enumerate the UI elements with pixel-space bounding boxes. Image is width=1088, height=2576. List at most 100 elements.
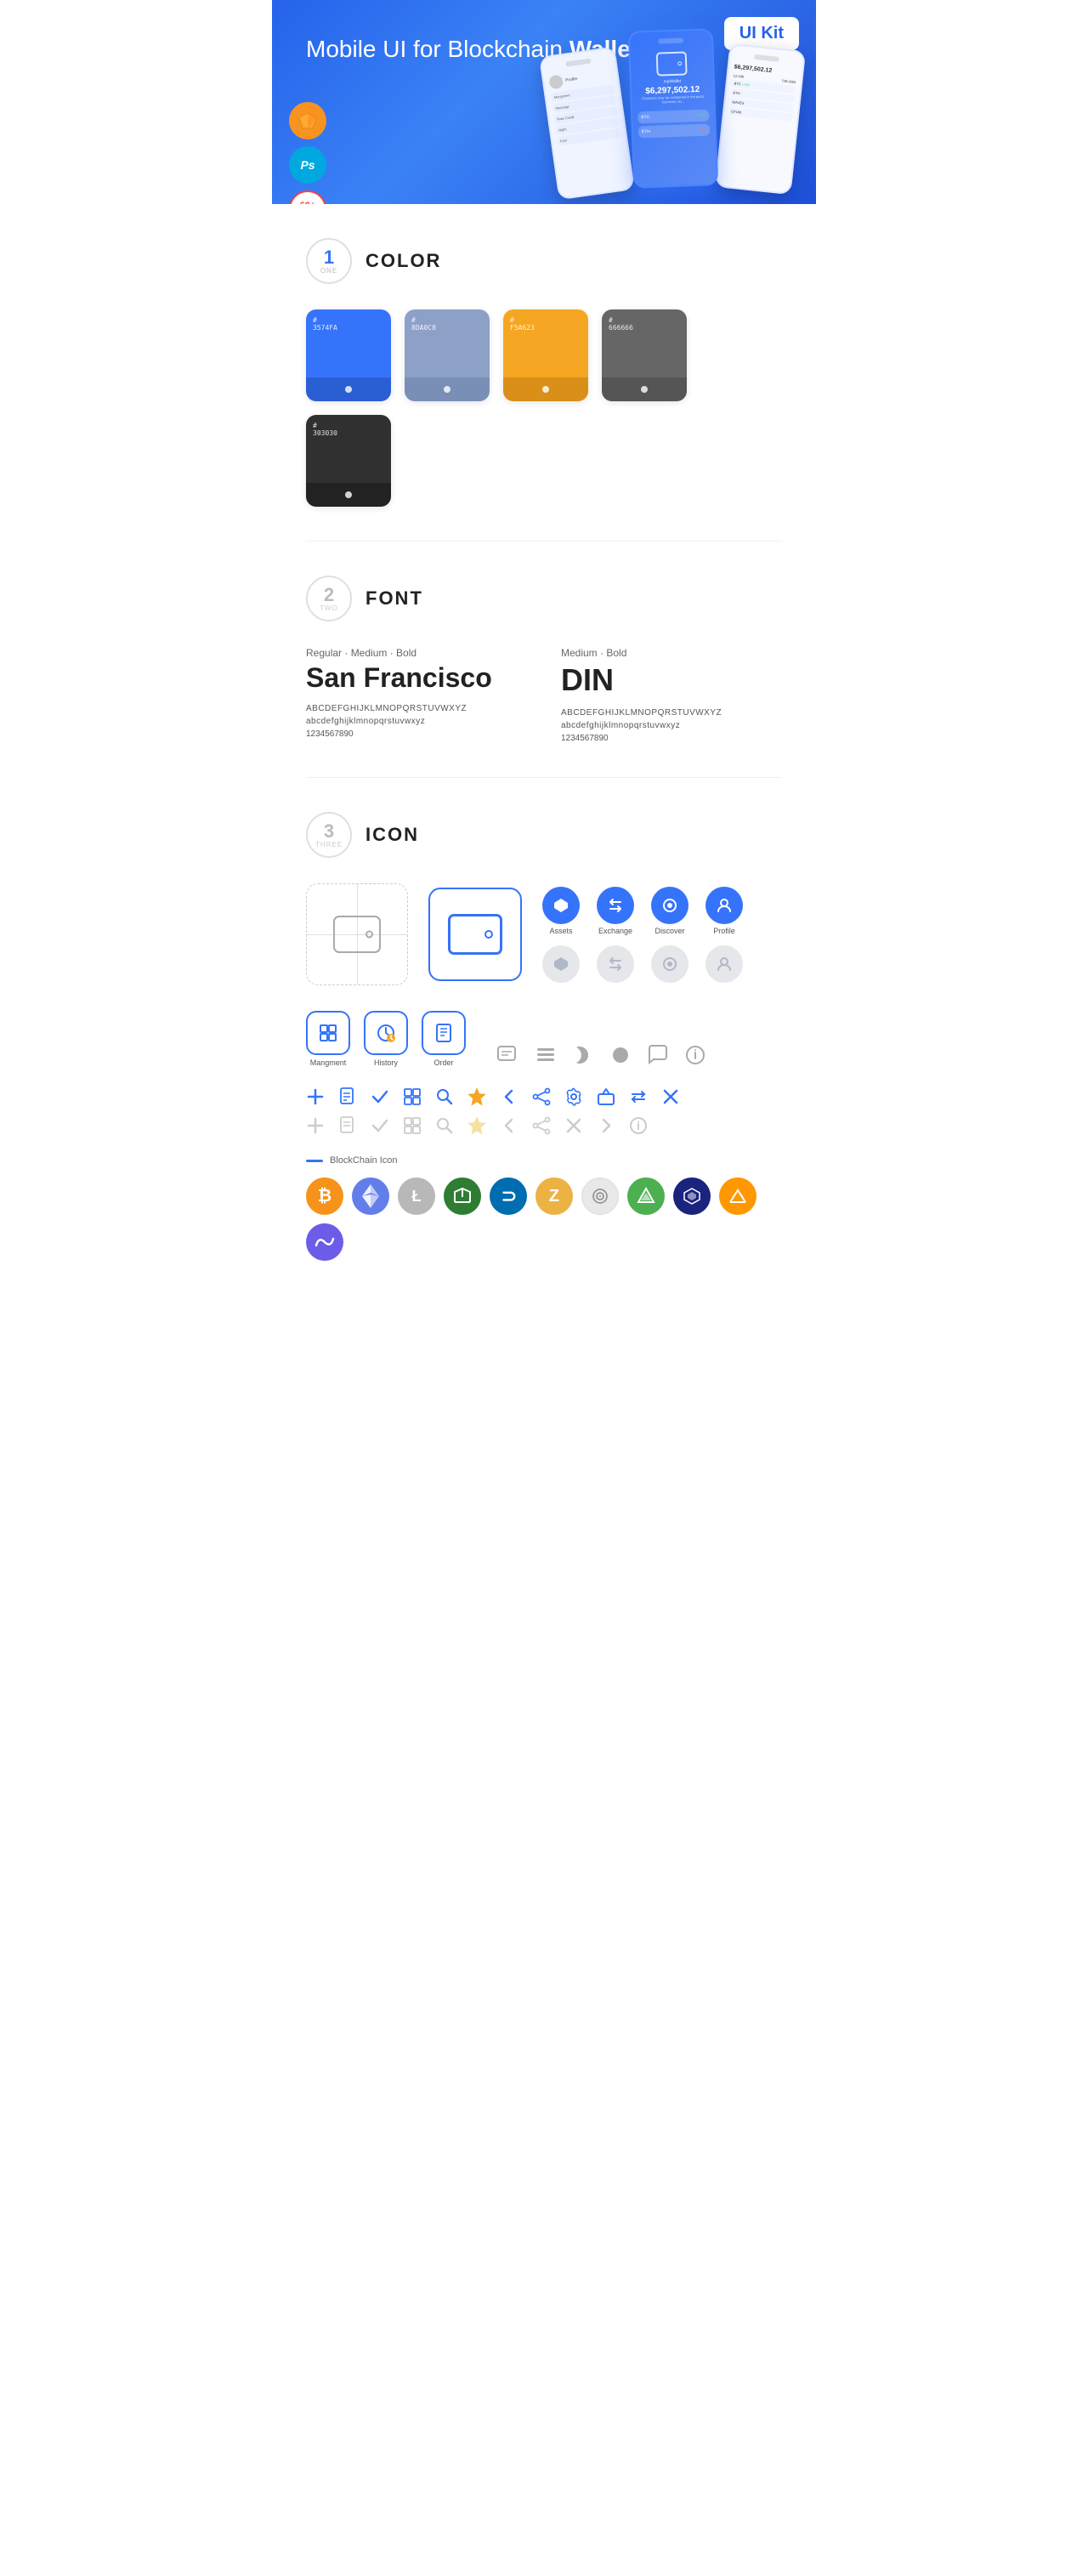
mangment-icon-box [306,1011,350,1055]
neo-icon [673,1177,711,1215]
nav-icon-exchange: Exchange [597,887,634,935]
moon-icon [571,1043,595,1067]
nav-icons-row-1: Assets Exchange Discover [542,887,743,935]
bitcoin-icon: ₿ [306,1177,343,1215]
phone-left: Profile Mangment Message Rate Credit Nig… [539,46,635,200]
swatch-grey-blue: #8DA0C8 [405,309,490,401]
sf-name: San Francisco [306,662,527,694]
assets-grey-icon [542,945,580,983]
din-uppercase: ABCDEFGHIJKLMNOPQRSTUVWXYZ [561,708,782,718]
profile-icon-circle [706,887,743,924]
history-icon-box [364,1011,408,1055]
sketch-icon [289,102,326,139]
close-icon-grey [564,1116,583,1135]
ethereum-icon [352,1177,389,1215]
swap-icon [629,1087,648,1106]
swatch-blue: #3574FA [306,309,391,401]
icon-section-badge: 3 THREE [306,812,352,858]
search-icon [435,1087,454,1106]
circle-icon [609,1043,632,1067]
back-icon-grey [500,1116,518,1135]
app-icon-order: Order [422,1011,466,1067]
stratis-icon [627,1177,665,1215]
sf-lowercase: abcdefghijklmnopqrstuvwxyz [306,717,527,726]
font-section-badge: 2 TWO [306,576,352,621]
wallet-outline-icon [333,916,381,953]
color-section-badge: 1 ONE [306,238,352,284]
nav-icon-discover: Discover [651,887,688,935]
litecoin-icon: Ł [398,1177,435,1215]
discover-grey-icon [651,945,688,983]
nav-icon-assets: Assets [542,887,580,935]
back-icon [500,1087,518,1106]
nav-icons-row-2-grey [542,945,743,983]
sf-uppercase: ABCDEFGHIJKLMNOPQRSTUVWXYZ [306,704,527,713]
waves-icon [306,1223,343,1261]
export-icon [597,1087,615,1106]
din-name: DIN [561,662,782,698]
discover-icon-circle [651,887,688,924]
augur-icon [719,1177,756,1215]
exchange-grey-icon [597,945,634,983]
color-section: 1 ONE COLOR #3574FA #8DA0C8 #F5A623 #666… [272,204,816,541]
order-icon-box [422,1011,466,1055]
zcash-icon: Z [536,1177,573,1215]
plus-icon-grey [306,1116,325,1135]
phone-mockups: Profile Mangment Message Rate Credit Nig… [547,30,799,187]
swatch-dark-grey: #666666 [602,309,687,401]
font-section-title: FONT [366,587,423,610]
nav-icons-group: Assets Exchange Discover [542,887,743,983]
swatch-orange: #F5A623 [503,309,588,401]
document-icon-grey [338,1116,357,1135]
blockchain-label-text: BlockChain Icon [330,1155,398,1166]
star-icon-active [468,1087,486,1106]
phone-right: $6,297,502.12 12-298738-2003 BTC +788 ET… [715,43,806,195]
icon-section-header: 3 THREE ICON [306,812,782,858]
nav-icon-profile: Profile [706,887,743,935]
iota-icon [581,1177,619,1215]
forward-icon-grey [597,1116,615,1135]
star-icon-grey [468,1116,486,1135]
crypto-icons-row: ₿ Ł ⊃ Z [306,1177,782,1261]
swatch-black: #303030 [306,415,391,507]
din-numbers: 1234567890 [561,734,782,743]
app-icon-history: History [364,1011,408,1067]
misc-icons-row [496,1043,707,1067]
monero-icon [444,1177,481,1215]
close-icon-active [661,1087,680,1106]
share-icon-grey [532,1116,551,1135]
photoshop-icon: Ps [289,146,326,184]
grid-icon [403,1087,422,1106]
grid-icon-grey [403,1116,422,1135]
plus-icon [306,1087,325,1106]
font-din-block: Medium · Bold DIN ABCDEFGHIJKLMNOPQRSTUV… [561,647,782,743]
font-grid: Regular · Medium · Bold San Francisco AB… [306,647,782,743]
color-section-header: 1 ONE COLOR [306,238,782,284]
share-icon [532,1087,551,1106]
hero-section: Mobile UI for Blockchain Wallet UI Kit P… [272,0,816,204]
info-icon [683,1043,707,1067]
phone-middle: myWallet $6,297,502.12 Character may be … [628,28,718,188]
screens-count-badge: 60+ Screens [289,190,326,204]
color-section-title: COLOR [366,250,441,272]
tool-icons-row-grey [306,1116,782,1135]
profile-grey-icon [706,945,743,983]
hero-icons-list: Ps 60+ Screens [289,102,326,204]
app-icons-row: Mangment History Order [306,1011,782,1067]
check-icon [371,1087,389,1106]
stack-icon [534,1043,558,1067]
check-icon-grey [371,1116,389,1135]
blockchain-label-row: BlockChain Icon [306,1155,782,1166]
sf-style-label: Regular · Medium · Bold [306,647,527,659]
din-style-label: Medium · Bold [561,647,782,659]
color-swatches-container: #3574FA #8DA0C8 #F5A623 #666666 #303030 [306,309,782,507]
tool-icons-row-active [306,1087,782,1106]
exchange-icon-circle [597,887,634,924]
wallet-blue-inner [448,914,502,955]
chat-bubble-icon [646,1043,670,1067]
settings-icon [564,1087,583,1106]
wallet-blue-icon [428,888,522,981]
font-sf-block: Regular · Medium · Bold San Francisco AB… [306,647,527,743]
assets-icon-circle [542,887,580,924]
font-section: 2 TWO FONT Regular · Medium · Bold San F… [272,542,816,777]
